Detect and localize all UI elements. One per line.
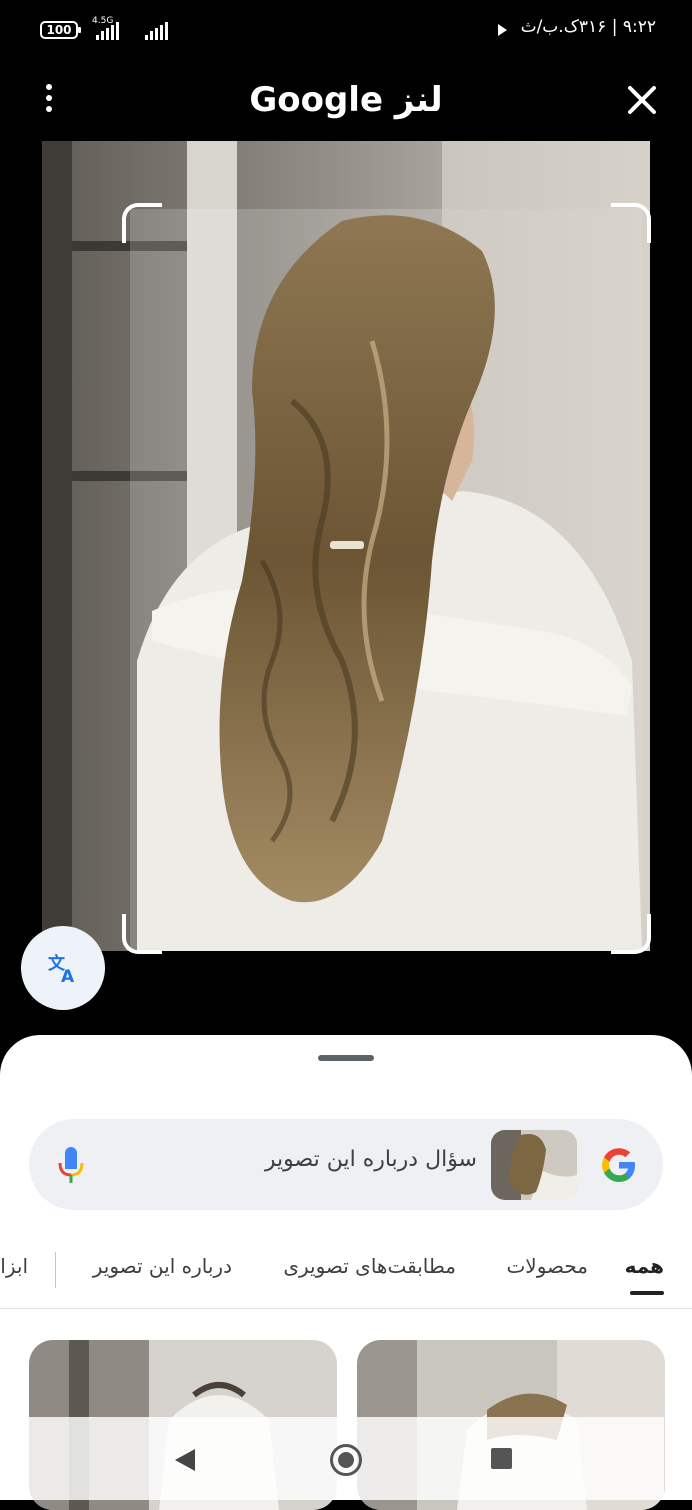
tab-about-image[interactable]: درباره این تصویر: [93, 1254, 232, 1278]
result-tabs: همه محصولات مطابقت‌های تصویری درباره این…: [0, 1240, 692, 1310]
active-tab-indicator: [630, 1291, 664, 1295]
google-g-logo: [602, 1148, 635, 1182]
tab-all[interactable]: همه: [625, 1254, 664, 1278]
signal-icon: [145, 20, 168, 40]
crop-corner-top-right[interactable]: [611, 203, 651, 243]
battery-icon: 100: [40, 21, 81, 39]
search-input[interactable]: سؤال درباره این تصویر: [265, 1147, 477, 1172]
search-thumbnail[interactable]: [491, 1130, 577, 1200]
translate-button[interactable]: 文 A: [21, 926, 105, 1010]
play-icon: [498, 24, 507, 36]
captured-image[interactable]: [42, 141, 650, 951]
battery-level: 100: [46, 23, 72, 37]
close-icon[interactable]: [624, 82, 660, 118]
home-icon[interactable]: [330, 1444, 362, 1476]
recents-icon[interactable]: [491, 1448, 512, 1469]
navigation-bar: [28, 1417, 664, 1500]
top-bar: Google لنز: [0, 70, 692, 130]
back-icon[interactable]: [175, 1449, 195, 1471]
crop-corner-bottom-right[interactable]: [611, 914, 651, 954]
app-title: Google لنز: [249, 80, 443, 120]
mic-icon[interactable]: [57, 1145, 85, 1185]
translate-icon: 文 A: [48, 953, 75, 985]
drag-handle[interactable]: [318, 1055, 374, 1061]
svg-text:A: A: [61, 967, 75, 985]
crop-corner-bottom-left[interactable]: [122, 914, 162, 954]
tabs-divider: [0, 1308, 692, 1309]
tab-tools[interactable]: ابزا: [0, 1254, 28, 1278]
tab-visual-matches[interactable]: مطابقت‌های تصویری: [283, 1254, 456, 1278]
tab-products[interactable]: محصولات: [506, 1254, 588, 1278]
crop-corner-top-left[interactable]: [122, 203, 162, 243]
status-bar: 100 4.5G ۹:۲۲ | ۳۱۶ک.ب/ث: [0, 0, 692, 60]
status-time: ۹:۲۲ | ۳۱۶ک.ب/ث: [520, 17, 656, 37]
search-bar[interactable]: سؤال درباره این تصویر: [29, 1119, 663, 1210]
tab-divider: [55, 1252, 56, 1288]
signal-icon: [96, 20, 119, 40]
